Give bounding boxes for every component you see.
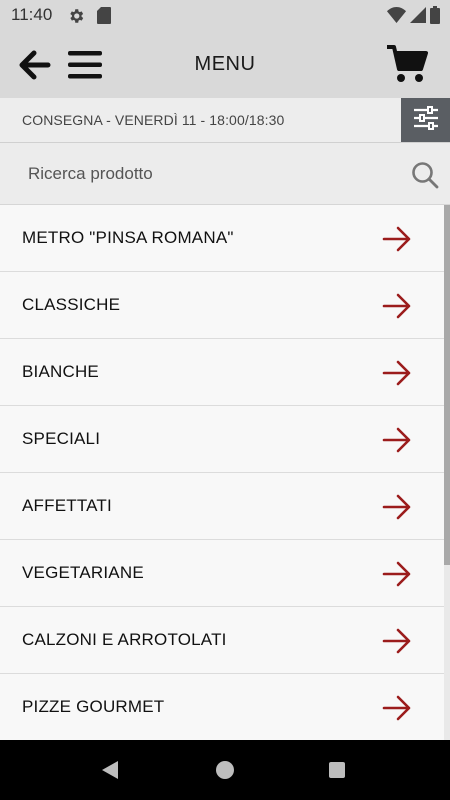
list-item-label: CLASSICHE — [22, 295, 121, 314]
battery-icon — [430, 6, 440, 29]
cart-icon — [385, 45, 429, 88]
search-icon[interactable] — [410, 160, 440, 195]
list-item[interactable]: CLASSICHE — [0, 272, 444, 339]
list-item[interactable]: BIANCHE — [0, 339, 444, 406]
category-list: METRO "PINSA ROMANA" CLASSICHE BIANCHE S… — [0, 205, 444, 740]
list-item-label: AFFETTATI — [22, 496, 112, 515]
arrow-right-icon — [382, 694, 412, 727]
list-item[interactable]: AFFETTATI — [0, 473, 444, 540]
list-item[interactable]: VEGETARIANE — [0, 540, 444, 607]
list-item[interactable]: CALZONI E ARROTOLATI — [0, 607, 444, 674]
list-item-label: PIZZE GOURMET — [22, 697, 165, 716]
delivery-info[interactable]: CONSEGNA - VENERDÌ 11 - 18:00/18:30 — [22, 112, 284, 128]
gear-icon — [67, 7, 85, 30]
list-item-label: SPECIALI — [22, 429, 101, 448]
nav-back-icon[interactable] — [100, 760, 120, 785]
list-item-label: CALZONI E ARROTOLATI — [22, 630, 227, 649]
arrow-right-icon — [382, 359, 412, 392]
search-input[interactable] — [22, 143, 404, 204]
delivery-bar: CONSEGNA - VENERDÌ 11 - 18:00/18:30 — [0, 98, 450, 143]
status-bar: 11:40 — [0, 0, 450, 30]
sliders-icon — [412, 105, 440, 135]
status-time: 11:40 — [11, 5, 53, 24]
nav-recent-icon[interactable] — [329, 762, 345, 778]
sd-card-icon — [97, 7, 111, 29]
list-item[interactable]: PIZZE GOURMET — [0, 674, 444, 740]
search-bar — [0, 143, 450, 205]
arrow-right-icon — [382, 225, 412, 258]
cart-button[interactable] — [385, 44, 429, 84]
arrow-right-icon — [382, 292, 412, 325]
app-bar: MENU — [0, 30, 450, 98]
system-nav-bar — [0, 740, 450, 800]
list-item-label: METRO "PINSA ROMANA" — [22, 228, 234, 247]
arrow-right-icon — [382, 493, 412, 526]
list-item-label: VEGETARIANE — [22, 563, 144, 582]
page-title: MENU — [194, 53, 256, 75]
signal-icon — [410, 7, 426, 28]
nav-home-icon[interactable] — [216, 761, 234, 779]
list-item[interactable]: SPECIALI — [0, 406, 444, 473]
arrow-right-icon — [382, 627, 412, 660]
list-item[interactable]: METRO "PINSA ROMANA" — [0, 205, 444, 272]
wifi-icon — [387, 6, 406, 28]
list-item-label: BIANCHE — [22, 362, 99, 381]
arrow-right-icon — [382, 560, 412, 593]
scrollbar-thumb[interactable] — [444, 205, 450, 565]
filter-button[interactable] — [401, 98, 450, 142]
arrow-right-icon — [382, 426, 412, 459]
